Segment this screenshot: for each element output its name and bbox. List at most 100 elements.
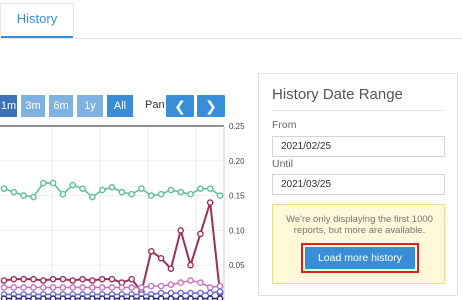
series-4-point [30,295,37,300]
series-2-point [167,281,175,288]
pan-left-button[interactable]: ❮ [166,95,194,117]
series-4-point [49,295,57,300]
series-1-point [49,275,57,283]
series-4-point [177,295,185,300]
series-1-point [187,261,194,269]
series-2-point [216,282,224,290]
series-2-point [147,282,155,290]
series-0-point [59,190,67,198]
y-tick-label: 0.25 [229,123,245,131]
chevron-right-icon: ❯ [205,98,217,114]
series-0-point [118,188,126,196]
panel-divider [272,110,444,111]
chevron-left-icon: ❮ [174,98,186,114]
series-3-point [167,289,175,297]
load-more-label: Load more history [317,252,403,264]
series-0-point [10,188,18,196]
range-3m-label: 3m [25,100,41,112]
series-1-point [20,275,27,283]
series-4-point [167,295,175,300]
series-0-point [89,193,96,201]
series-0-point [187,190,194,198]
range-all-label: All [113,100,127,112]
y-tick-label: 0.15 [229,192,245,201]
series-0-point [0,185,8,192]
range-6m-button[interactable]: 6m [49,95,73,117]
range-1y-label: 1y [84,100,96,112]
tab-bar: History [0,0,462,39]
series-2-point [69,284,77,291]
series-2-point [89,284,96,291]
series-0-point [20,192,27,199]
pan-label: Pan [145,99,165,111]
from-date-value: 2021/02/25 [281,141,332,152]
series-4-point [79,295,86,300]
range-1m-button[interactable]: 1m [0,95,17,117]
range-1y-button[interactable]: 1y [77,95,103,117]
series-4-point [20,295,27,300]
series-1-point [167,265,175,272]
series-2-point [98,284,106,291]
series-2-point [108,284,116,291]
history-date-range-panel: History Date Range From 2021/02/25 Until… [258,73,458,296]
y-tick-label: 0.20 [229,157,245,166]
series-0-point [39,179,47,187]
series-4-point [10,295,18,300]
history-chart[interactable]: 0.25 0.20 0.15 0.10 0.05 [0,123,258,300]
series-2-point [30,284,37,291]
range-6m-label: 6m [53,100,69,112]
until-date-value: 2021/03/25 [281,179,332,190]
series-2-point [157,282,165,290]
from-date-field[interactable]: 2021/02/25 [272,136,445,157]
series-4-point [128,295,135,300]
series-1-point [79,275,86,283]
series-0-point [98,186,106,194]
series-2-point [138,284,145,291]
series-4-point [206,295,214,300]
series-3-point [197,289,204,297]
notice-text: We're only displaying the first 1000 rep… [286,214,433,236]
series-2-point [20,284,27,291]
series-3-point [187,289,194,297]
series-2-point [79,284,86,291]
series-3-point [206,289,214,297]
series-0-point [79,185,86,192]
series-0-point [138,185,145,192]
series-0-point [167,186,175,194]
from-label: From [272,119,297,131]
y-tick-label: 0.10 [229,226,245,235]
series-4-point [147,295,155,300]
series-4-point [118,295,126,300]
series-1-point [39,277,47,284]
series-0-point [49,179,57,187]
series-1-point [30,275,37,283]
series-1-point [206,199,214,206]
series-4-point [69,295,77,300]
pan-right-button[interactable]: ❯ [197,95,225,117]
series-4-point [89,295,96,300]
until-date-field[interactable]: 2021/03/25 [272,174,445,195]
series-1-point [59,275,67,283]
series-4-point [197,295,204,300]
range-3m-button[interactable]: 3m [21,95,45,117]
series-1-point [69,277,77,284]
tab-history[interactable]: History [0,3,74,38]
series-4-point [157,295,165,300]
load-more-highlight: Load more history [301,243,419,273]
series-1-point [128,275,135,283]
series-4-point [187,295,194,300]
load-more-history-button[interactable]: Load more history [305,247,415,269]
more-history-notice: We're only displaying the first 1000 rep… [272,204,445,284]
series-4-point [39,295,47,300]
series-1-point [89,277,96,284]
series-0-point [69,181,77,189]
series-1-point [177,227,185,234]
series-3-point [177,289,185,297]
range-all-button[interactable]: All [107,95,133,117]
series-2-point [49,284,57,291]
range-1m-label: 1m [0,100,17,112]
series-0-point [108,183,116,191]
series-4-point [216,295,224,300]
series-4-point [0,295,8,300]
series-1-point [108,275,116,283]
